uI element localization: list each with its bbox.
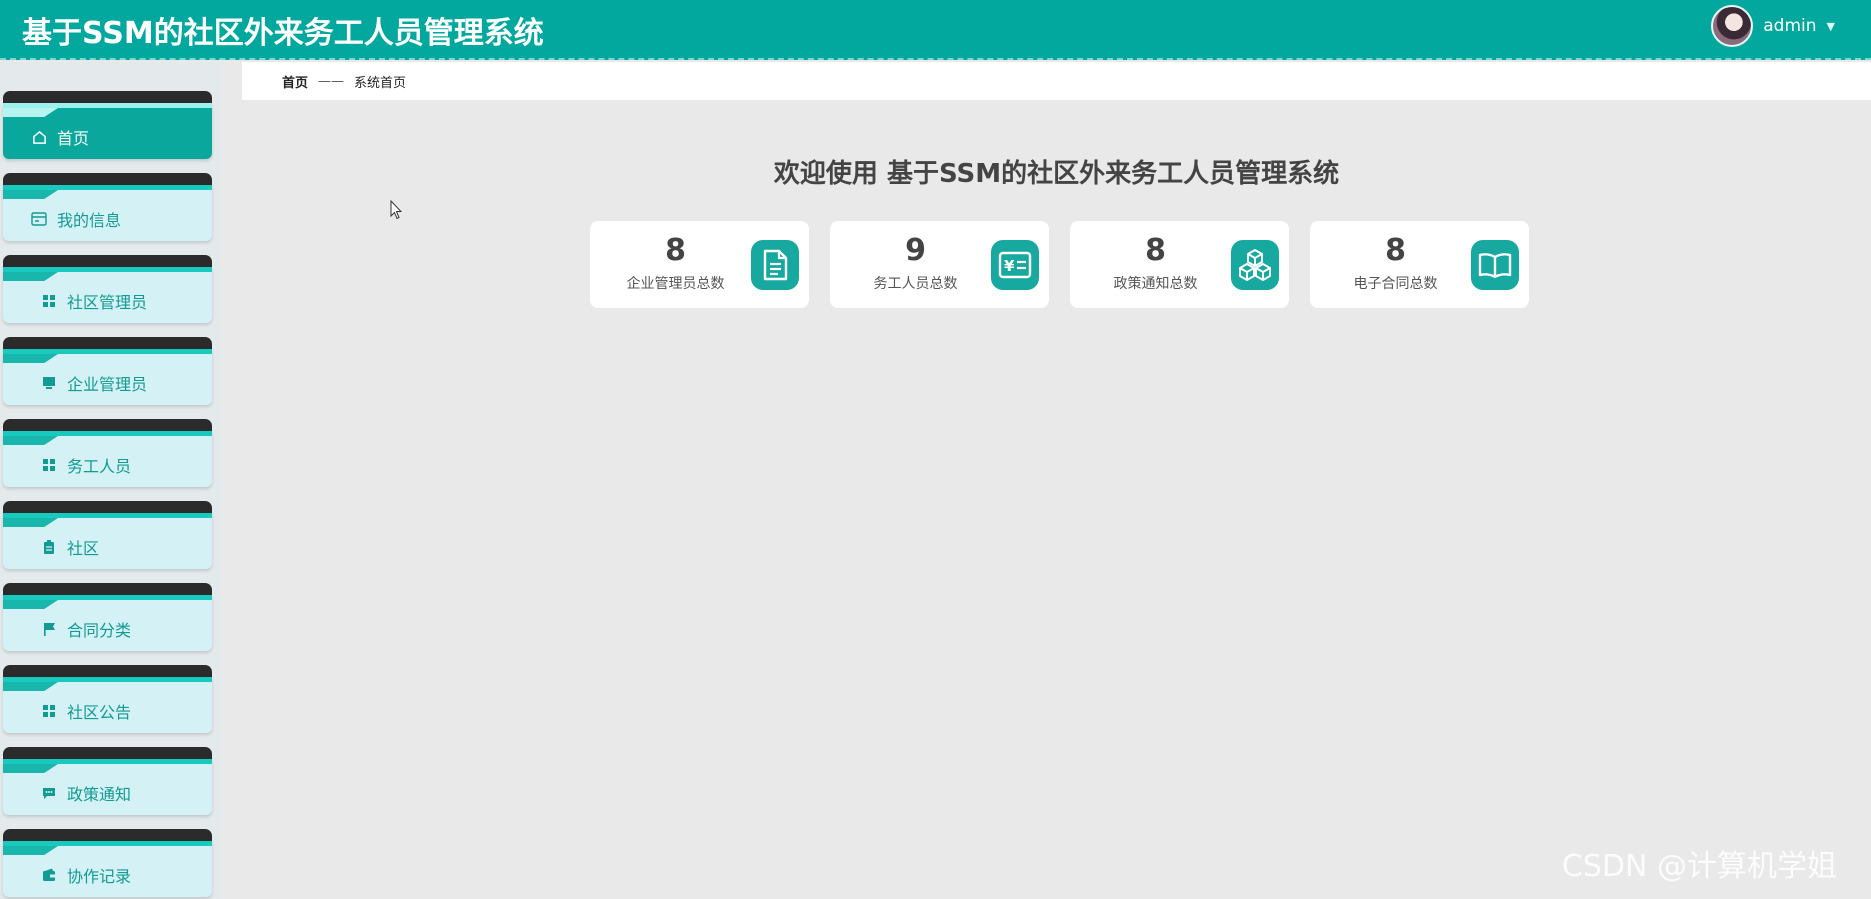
caret-down-icon[interactable]: ▼ [1827, 20, 1835, 33]
chat-icon [41, 785, 57, 801]
sidebar-item-collaboration[interactable]: 协作记录 [3, 829, 212, 897]
stat-label: 政策通知总数 [1113, 276, 1198, 292]
grid-icon [41, 293, 57, 309]
breadcrumb-current: 系统首页 [354, 75, 407, 91]
username[interactable]: admin [1763, 16, 1816, 36]
stat-value: 8 [665, 233, 686, 268]
sidebar: 首页 我的信息 社区管理员 企业管理员 务工人员 社区 合同分类 社区公告 政策… [0, 62, 222, 899]
book-icon [1471, 240, 1519, 290]
monitor-icon [41, 375, 57, 391]
top-header: 基于SSM的社区外来务工人员管理系统 admin ▼ [0, 0, 1871, 60]
stat-label: 企业管理员总数 [626, 276, 725, 292]
sidebar-item-community[interactable]: 社区 [3, 501, 212, 569]
stat-card-policy-notices[interactable]: 8 政策通知总数 [1070, 221, 1289, 308]
clipboard-icon [41, 539, 57, 555]
sidebar-item-label: 首页 [57, 129, 90, 148]
sidebar-item-my-info[interactable]: 我的信息 [3, 173, 212, 241]
sidebar-item-label: 协作记录 [67, 867, 132, 886]
stat-label: 务工人员总数 [873, 276, 958, 292]
sidebar-item-label: 社区管理员 [67, 293, 148, 312]
cubes-icon [1231, 240, 1279, 290]
breadcrumb-separator: —— [318, 73, 345, 89]
id-card-icon [31, 211, 47, 227]
sidebar-item-policy[interactable]: 政策通知 [3, 747, 212, 815]
yen-card-icon: ¥ [991, 240, 1039, 290]
sidebar-item-label: 社区公告 [67, 703, 132, 722]
home-icon [31, 129, 47, 145]
wallet-icon [41, 867, 57, 883]
avatar[interactable] [1711, 5, 1754, 47]
grid-icon [41, 703, 57, 719]
sidebar-item-announcements[interactable]: 社区公告 [3, 665, 212, 733]
stat-card-enterprise-admins[interactable]: 8 企业管理员总数 [590, 221, 809, 308]
mouse-cursor-icon [390, 199, 403, 220]
sidebar-item-workers[interactable]: 务工人员 [3, 419, 212, 487]
stat-card-workers[interactable]: 9 务工人员总数 ¥ [830, 221, 1049, 308]
stat-card-contracts[interactable]: 8 电子合同总数 [1310, 221, 1529, 308]
sidebar-item-label: 我的信息 [57, 211, 122, 230]
sidebar-item-home[interactable]: 首页 [3, 91, 212, 159]
flag-icon [41, 621, 57, 637]
stat-value: 8 [1385, 233, 1406, 268]
sidebar-item-label: 政策通知 [67, 785, 132, 804]
welcome-title: 欢迎使用 基于SSM的社区外来务工人员管理系统 [773, 159, 1340, 189]
sidebar-item-label: 社区 [67, 539, 100, 558]
user-menu[interactable]: admin ▼ [1711, 5, 1835, 47]
sidebar-item-label: 企业管理员 [67, 375, 148, 394]
app-title: 基于SSM的社区外来务工人员管理系统 [22, 16, 544, 51]
sidebar-item-community-admin[interactable]: 社区管理员 [3, 255, 212, 323]
sidebar-item-label: 合同分类 [67, 621, 132, 640]
sidebar-item-enterprise-admin[interactable]: 企业管理员 [3, 337, 212, 405]
document-icon [751, 240, 799, 290]
stat-value: 8 [1145, 233, 1166, 268]
stat-cards: 8 企业管理员总数 9 务工人员总数 ¥ 8 政策通知总数 8 电子合同总数 [590, 221, 1529, 308]
watermark: CSDN @计算机学姐 [1561, 849, 1837, 884]
sidebar-item-label: 务工人员 [67, 457, 132, 476]
breadcrumb-home[interactable]: 首页 [282, 72, 308, 91]
stat-label: 电子合同总数 [1353, 276, 1438, 292]
grid-icon [41, 457, 57, 473]
breadcrumb: 首页 —— 系统首页 [242, 62, 1871, 100]
svg-text:¥: ¥ [1004, 257, 1015, 275]
stat-value: 9 [905, 233, 926, 268]
sidebar-item-contract-category[interactable]: 合同分类 [3, 583, 212, 651]
